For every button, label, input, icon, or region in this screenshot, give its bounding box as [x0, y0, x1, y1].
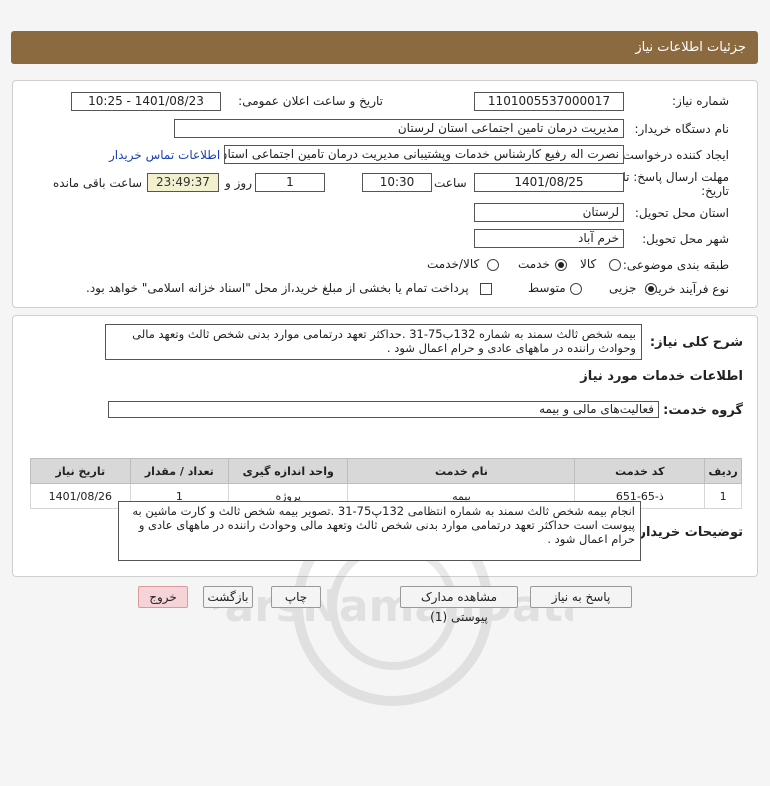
category-option-goods: کالا [580, 257, 597, 271]
exit-button[interactable]: خروج [138, 586, 188, 608]
column-header-quantity: تعداد / مقدار [129, 458, 230, 484]
category-label: طبقه بندی موضوعی: [622, 258, 729, 272]
deadline-label-1: مهلت ارسال پاسخ: تا [622, 170, 729, 184]
page-title-bar: جزئیات اطلاعات نیاز [11, 31, 758, 64]
treasury-payment-checkbox[interactable] [480, 283, 492, 295]
need-number-field[interactable]: 1101005537000017 [474, 92, 624, 111]
view-attachments-button[interactable]: مشاهده مدارک پیوستی (1) [400, 586, 518, 624]
service-group-label: گروه خدمت: [663, 403, 743, 418]
column-header-row-number: ردیف [704, 458, 742, 484]
deadline-time-label: ساعت [434, 176, 467, 190]
days-label: روز و [225, 176, 252, 190]
buyer-notes-label: توضیحات خریدار: [633, 525, 743, 540]
back-button[interactable]: بازگشت [203, 586, 253, 608]
announce-label: تاریخ و ساعت اعلان عمومی: [238, 94, 383, 108]
table-header-row: ردیف کد خدمت نام خدمت واحد اندازه گیری ت… [30, 458, 742, 484]
deadline-date-field[interactable]: 1401/08/25 [474, 173, 624, 192]
buyer-field[interactable]: مدیریت درمان تامین اجتماعی استان لرستان [174, 119, 624, 138]
province-label: استان محل تحویل: [634, 206, 729, 220]
column-header-need-date: تاریخ نیاز [30, 458, 131, 484]
deadline-label-2: تاریخ: [701, 184, 729, 198]
contact-info-link[interactable]: اطلاعات تماس خریدار [109, 148, 220, 162]
announce-field[interactable]: 1401/08/23 - 10:25 [71, 92, 221, 111]
remaining-time-field: 23:49:37 [147, 173, 219, 192]
services-heading: اطلاعات خدمات مورد نیاز [580, 369, 743, 384]
cell-need-date: 1401/08/26 [30, 483, 131, 509]
province-field[interactable]: لرستان [474, 203, 624, 222]
deadline-time-field[interactable]: 10:30 [362, 173, 432, 192]
process-radio-minor[interactable] [645, 283, 657, 295]
category-radio-goods-service[interactable] [487, 259, 499, 271]
category-radio-service[interactable] [555, 259, 567, 271]
city-field[interactable]: خرم آباد [474, 229, 624, 248]
column-header-service-code: کد خدمت [574, 458, 706, 484]
column-header-unit: واحد اندازه گیری [227, 458, 349, 484]
column-header-service-name: نام خدمت [347, 458, 576, 484]
need-info-panel: شماره نیاز: 1101005537000017 تاریخ و ساع… [12, 80, 758, 308]
category-option-goods-service: کالا/خدمت [427, 257, 480, 271]
reply-button[interactable]: پاسخ به نیاز [530, 586, 632, 608]
need-details-panel: ParsNamadData شرح کلی نیاز: بیمه شخص ثال… [12, 315, 758, 706]
category-radio-goods[interactable] [609, 259, 621, 271]
general-desc-label: شرح کلی نیاز: [649, 335, 743, 350]
days-field[interactable]: 1 [255, 173, 325, 192]
print-button[interactable]: چاپ [271, 586, 321, 608]
city-label: شهر محل تحویل: [642, 232, 729, 246]
creator-label: ایجاد کننده درخواست: [618, 148, 729, 162]
general-desc-box[interactable]: بیمه شخص ثالث سمند به شماره 132ب75-31 .ح… [105, 324, 642, 360]
process-option-minor: جزیی [609, 281, 637, 295]
process-option-medium: متوسط [528, 281, 566, 295]
process-radio-medium[interactable] [570, 283, 582, 295]
creator-field[interactable]: نصرت اله رفیع کارشناس خدمات وپشتیبانی مد… [224, 145, 624, 164]
service-group-field[interactable]: فعالیت‌های مالی و بیمه [108, 401, 659, 418]
watermark-text: ParsNamadData [213, 581, 573, 632]
category-option-service: خدمت [518, 257, 550, 271]
cell-row-number: 1 [704, 483, 742, 509]
buyer-label: نام دستگاه خریدار: [634, 122, 730, 136]
treasury-payment-text: پرداخت تمام یا بخشی از مبلغ خرید،از محل … [86, 281, 469, 295]
need-number-label: شماره نیاز: [672, 94, 729, 108]
buyer-notes-box[interactable]: انجام بیمه شخص ثالث سمند به شماره انتظام… [118, 501, 641, 561]
remaining-label: ساعت باقی مانده [53, 176, 143, 190]
page-title: جزئیات اطلاعات نیاز [635, 40, 746, 55]
